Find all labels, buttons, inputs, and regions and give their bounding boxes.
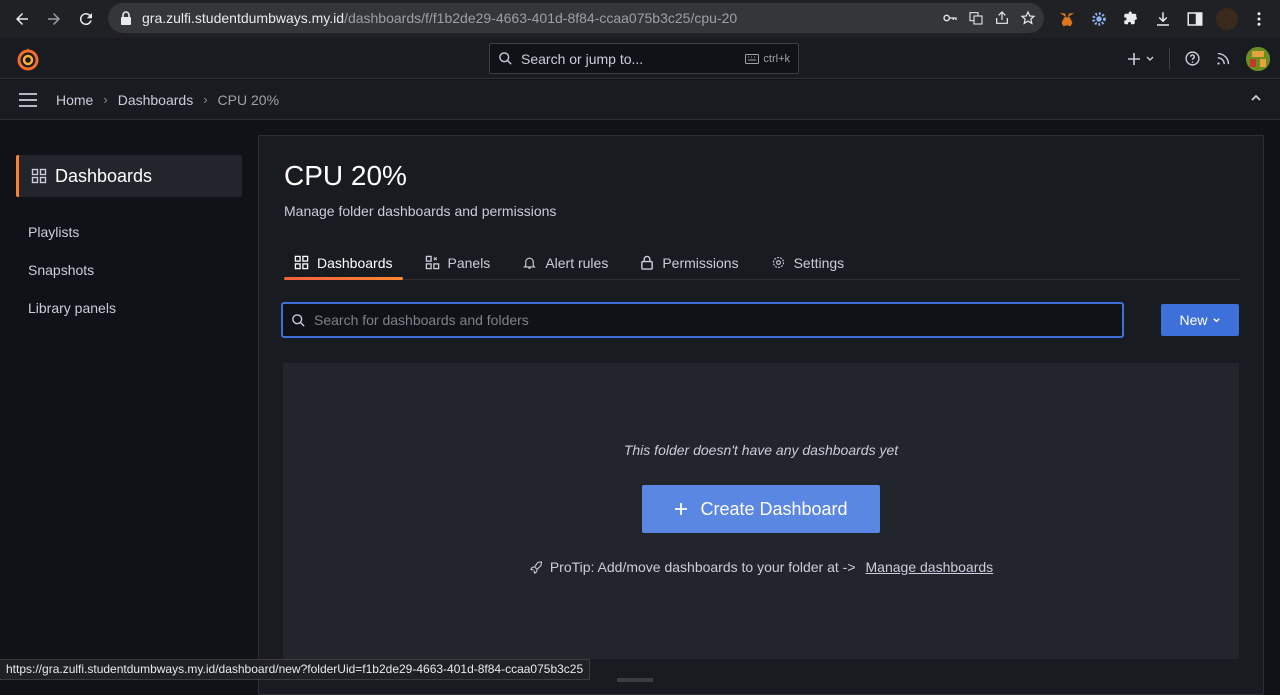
address-bar[interactable]: gra.zulfi.studentdumbways.my.id/dashboar… — [108, 3, 1044, 33]
search-or-jump-input[interactable]: Search or jump to... ctrl+k — [489, 43, 799, 74]
keyboard-shortcut: ctrl+k — [745, 53, 790, 65]
back-button[interactable] — [6, 3, 38, 35]
tab-panels[interactable]: Panels — [415, 246, 501, 279]
forward-button[interactable] — [38, 3, 70, 35]
browser-toolbar: gra.zulfi.studentdumbways.my.id/dashboar… — [0, 0, 1280, 38]
sidebar-section-label: Dashboards — [55, 165, 153, 186]
tab-label: Alert rules — [545, 254, 609, 271]
translate-icon[interactable] — [968, 10, 984, 26]
new-button[interactable]: New — [1161, 304, 1239, 336]
folder-tabs: Dashboards Panels Alert rules Permission… — [284, 246, 1240, 280]
empty-state: This folder doesn't have any dashboards … — [283, 363, 1239, 659]
url-path: /dashboards/f/f1b2de29-4663-401d-8f84-cc… — [344, 10, 738, 26]
tab-dashboards[interactable]: Dashboards — [284, 246, 403, 280]
bell-icon — [523, 257, 537, 269]
breadcrumb: Home › Dashboards › CPU 20% — [0, 80, 1280, 120]
divider — [1169, 47, 1170, 70]
tab-label: Permissions — [662, 254, 739, 271]
grafana-topbar: Search or jump to... ctrl+k — [0, 38, 1280, 79]
tab-alert-rules[interactable]: Alert rules — [512, 246, 618, 279]
tab-permissions[interactable]: Permissions — [630, 246, 748, 279]
help-icon[interactable] — [1184, 50, 1201, 67]
arrow-left-icon — [16, 13, 28, 25]
download-icon[interactable] — [1150, 6, 1176, 32]
chevron-up-icon[interactable] — [1250, 92, 1262, 104]
protip-text: ProTip: Add/move dashboards to your fold… — [549, 559, 856, 575]
browser-menu-icon[interactable] — [1246, 6, 1272, 32]
cog-icon — [772, 256, 784, 269]
folder-page: CPU 20% Manage folder dashboards and per… — [258, 135, 1264, 695]
breadcrumb-dashboards[interactable]: Dashboards — [118, 92, 194, 108]
grafana-logo-icon[interactable] — [16, 46, 40, 72]
url-host: gra.zulfi.studentdumbways.my.id — [142, 10, 345, 26]
chevron-right-icon: › — [203, 92, 208, 107]
tab-label: Panels — [447, 254, 491, 271]
chevron-right-icon: › — [103, 92, 108, 107]
tab-settings[interactable]: Settings — [761, 246, 855, 279]
lock-icon — [641, 255, 654, 270]
reload-button[interactable] — [70, 3, 102, 35]
empty-message: This folder doesn't have any dashboards … — [623, 442, 899, 458]
reload-icon — [79, 13, 92, 26]
scrollbar-thumb[interactable] — [617, 678, 653, 682]
url-text: gra.zulfi.studentdumbways.my.id/dashboar… — [142, 10, 737, 26]
news-rss-icon[interactable] — [1215, 50, 1232, 67]
sidebar-item-snapshots[interactable]: Snapshots — [16, 251, 242, 289]
tab-label: Dashboards — [317, 254, 393, 271]
dashboard-search-field[interactable] — [281, 302, 1124, 338]
browser-status-url: https://gra.zulfi.studentdumbways.my.id/… — [0, 659, 591, 680]
metamask-extension-icon[interactable] — [1054, 6, 1080, 32]
plus-icon — [1128, 52, 1140, 65]
panels-icon — [425, 255, 439, 270]
lock-icon — [121, 11, 131, 25]
breadcrumb-current: CPU 20% — [217, 91, 280, 108]
add-new-button[interactable] — [1127, 52, 1155, 66]
key-icon[interactable] — [942, 10, 958, 26]
section-nav: Dashboards Playlists Snapshots Library p… — [16, 155, 242, 327]
extension-gear-icon[interactable] — [1086, 6, 1112, 32]
page-subtitle: Manage folder dashboards and permissions — [284, 203, 557, 219]
chevron-down-icon — [1146, 56, 1154, 61]
manage-dashboards-link[interactable]: Manage dashboards — [866, 559, 994, 575]
extensions-puzzle-icon[interactable] — [1118, 6, 1144, 32]
menu-icon[interactable] — [18, 92, 38, 108]
user-avatar[interactable] — [1246, 46, 1270, 71]
plus-icon — [675, 503, 688, 515]
search-placeholder: Search or jump to... — [521, 50, 644, 67]
profile-avatar[interactable] — [1214, 6, 1240, 32]
star-icon[interactable] — [1020, 10, 1036, 26]
side-panel-icon[interactable] — [1182, 6, 1208, 32]
new-button-label: New — [1179, 312, 1208, 328]
chevron-down-icon — [1212, 317, 1220, 322]
arrow-right-icon — [48, 13, 60, 25]
search-icon — [499, 52, 512, 65]
search-icon — [292, 313, 305, 327]
create-dashboard-label: Create Dashboard — [700, 498, 848, 519]
apps-icon — [294, 255, 309, 270]
keyboard-icon — [745, 53, 760, 64]
shortcut-label: ctrl+k — [763, 52, 790, 65]
breadcrumb-home[interactable]: Home — [56, 92, 93, 108]
sidebar-item-playlists[interactable]: Playlists — [16, 213, 242, 251]
create-dashboard-button[interactable]: Create Dashboard — [642, 485, 880, 533]
sidebar-item-library-panels[interactable]: Library panels — [16, 289, 242, 327]
page-title: CPU 20% — [284, 160, 407, 191]
rocket-icon — [529, 560, 542, 574]
apps-icon — [31, 168, 47, 184]
dashboard-search-input[interactable] — [314, 312, 1094, 328]
sidebar-item-dashboards[interactable]: Dashboards — [16, 155, 242, 197]
protip: ProTip: Add/move dashboards to your fold… — [283, 559, 1239, 575]
tab-label: Settings — [793, 254, 845, 271]
share-icon[interactable] — [994, 10, 1010, 26]
